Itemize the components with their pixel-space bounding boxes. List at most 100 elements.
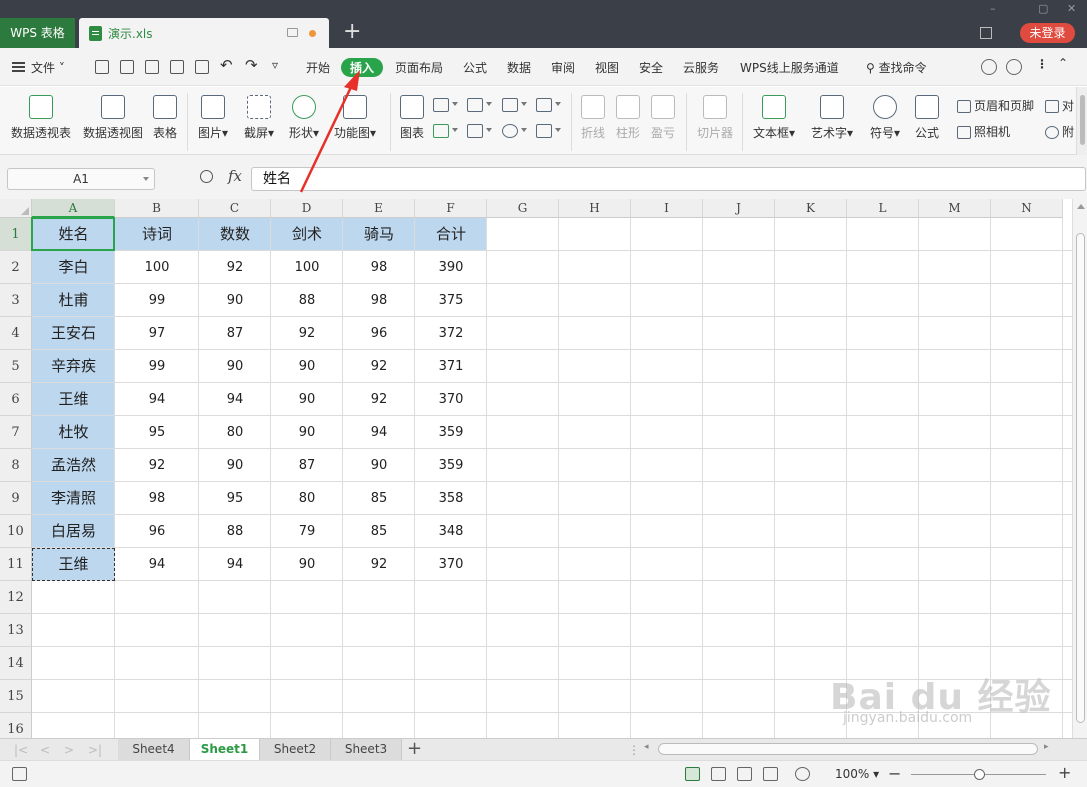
page-layout-view-icon[interactable] [711,767,726,781]
menu-security[interactable]: 安全 [639,59,663,76]
zoom-in-button[interactable]: + [1058,763,1071,782]
menu-page-layout[interactable]: 页面布局 [395,59,443,76]
column-header-b[interactable]: B [115,199,199,218]
table-cell[interactable]: 94 [343,416,415,449]
row-header-6[interactable]: 6 [0,383,32,416]
table-cell[interactable]: 359 [415,449,487,482]
line-chart-dropdown[interactable] [502,97,530,115]
cell-header[interactable]: 数数 [199,218,271,251]
maximize-icon[interactable]: ▢ [1038,2,1048,15]
chart-button[interactable]: 图表 [396,87,428,155]
table-cell[interactable]: 100 [115,251,199,284]
table-cell[interactable]: 99 [115,284,199,317]
table-cell[interactable]: 90 [271,548,343,581]
sheet-tab-sheet3[interactable]: Sheet3 [331,739,402,760]
monitor-icon[interactable] [287,28,298,37]
sheet-tab-sheet1[interactable]: Sheet1 [190,739,260,760]
row-header-4[interactable]: 4 [0,317,32,350]
vertical-scroll-thumb[interactable] [1076,233,1085,723]
pivot-table-button[interactable]: 数据透视表 [8,87,74,155]
spreadsheet-grid[interactable]: A B C D E F G H I J K L M N 1 2 3 4 5 6 7 8 9 10 11 12 13 14 15 16 姓名诗… [0,199,1072,738]
table-cell[interactable]: 92 [343,548,415,581]
save-icon[interactable] [120,60,134,74]
cell-header[interactable]: 合计 [415,218,487,251]
row-header-9[interactable]: 9 [0,482,32,515]
column-header-n[interactable]: N [991,199,1063,218]
radar-chart-dropdown[interactable] [536,97,564,115]
table-cell[interactable]: 99 [115,350,199,383]
pdf-icon[interactable] [145,60,159,74]
camera-button[interactable]: 照相机 [957,123,1010,140]
new-tab-button[interactable]: + [343,20,361,44]
header-footer-button[interactable]: 页眉和页脚 [957,97,1034,114]
column-header-d[interactable]: D [271,199,343,218]
row-header-15[interactable]: 15 [0,680,32,713]
row-header-3[interactable]: 3 [0,284,32,317]
function-chart-button[interactable]: 功能图▾ [330,87,380,155]
wordart-button[interactable]: 艺术字▾ [807,87,857,155]
horizontal-scrollbar[interactable]: ◂ ▸ [640,742,1060,757]
first-sheet-icon[interactable]: |< [14,743,28,757]
table-cell[interactable]: 94 [115,548,199,581]
menu-start[interactable]: 开始 [306,59,330,76]
minimize-icon[interactable]: – [990,2,996,15]
row-header-2[interactable]: 2 [0,251,32,284]
menu-formula[interactable]: 公式 [463,59,487,76]
column-header-k[interactable]: K [775,199,847,218]
document-tab[interactable]: 演示.xls [79,18,329,48]
table-cell[interactable]: 98 [115,482,199,515]
table-cell[interactable]: 90 [271,350,343,383]
reading-layout-icon[interactable] [763,767,778,781]
cell-header[interactable]: 诗词 [115,218,199,251]
row-header-16[interactable]: 16 [0,713,32,738]
column-header-h[interactable]: H [559,199,631,218]
column-header-i[interactable]: I [631,199,703,218]
column-header-j[interactable]: J [703,199,775,218]
table-cell[interactable]: 王维 [32,383,115,416]
row-header-8[interactable]: 8 [0,449,32,482]
table-cell[interactable]: 98 [343,284,415,317]
window-mode-icon[interactable] [980,27,992,39]
settings-icon[interactable] [1006,59,1022,75]
table-cell[interactable]: 372 [415,317,487,350]
menu-view[interactable]: 视图 [595,59,619,76]
column-header-l[interactable]: L [847,199,919,218]
vertical-scrollbar[interactable] [1072,199,1087,738]
zoom-out-button[interactable]: − [888,764,901,783]
table-cell[interactable]: 359 [415,416,487,449]
area-chart-dropdown[interactable] [433,123,461,141]
pivot-chart-button[interactable]: 数据透视图 [80,87,146,155]
table-cell[interactable]: 辛弃疾 [32,350,115,383]
table-cell[interactable]: 79 [271,515,343,548]
column-header-f[interactable]: F [415,199,487,218]
column-header-e[interactable]: E [343,199,415,218]
row-header-12[interactable]: 12 [0,581,32,614]
table-cell[interactable]: 90 [199,284,271,317]
tab-splitter-icon[interactable]: ⋮ [628,743,640,757]
table-cell[interactable]: 92 [343,383,415,416]
table-cell[interactable]: 90 [199,449,271,482]
row-header-10[interactable]: 10 [0,515,32,548]
undo-icon[interactable]: ↶ [220,56,233,74]
table-cell[interactable]: 95 [199,482,271,515]
column-header-g[interactable]: G [487,199,559,218]
scroll-right-icon[interactable]: ▸ [1044,742,1049,752]
shape-button[interactable]: 形状▾ [285,87,323,155]
table-cell[interactable]: 孟浩然 [32,449,115,482]
sheet-tab-sheet4[interactable]: Sheet4 [118,739,190,760]
table-cell[interactable]: 90 [271,416,343,449]
table-cell[interactable]: 92 [115,449,199,482]
horizontal-scroll-thumb[interactable] [658,743,1038,755]
table-cell[interactable]: 白居易 [32,515,115,548]
table-cell[interactable]: 杜牧 [32,416,115,449]
table-cell[interactable]: 李白 [32,251,115,284]
equation-button[interactable]: 公式 [910,87,944,155]
sheet-tab-sheet2[interactable]: Sheet2 [260,739,331,760]
bar-chart-dropdown[interactable] [467,97,495,115]
collapse-ribbon-icon[interactable]: ⌃ [1058,56,1068,70]
attachment-button[interactable]: 附 [1045,123,1074,140]
table-cell[interactable]: 94 [199,383,271,416]
column-chart-dropdown[interactable] [433,97,461,115]
normal-view-icon[interactable] [685,767,700,781]
sparkline-winloss-button[interactable]: 盈亏 [647,87,679,155]
